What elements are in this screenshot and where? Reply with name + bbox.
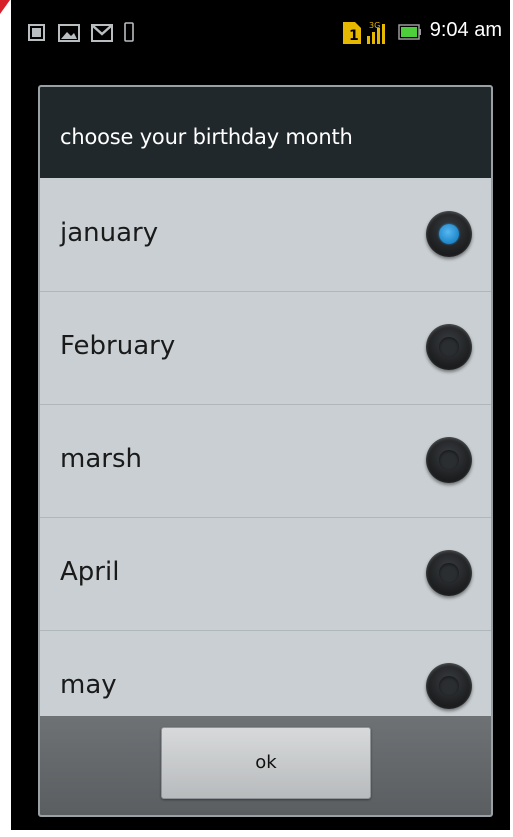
list-item[interactable]: February — [40, 291, 491, 405]
gmail-icon — [91, 24, 113, 46]
list-item[interactable]: marsh — [40, 404, 491, 518]
dialog-button-bar: ok — [40, 716, 491, 815]
month-list[interactable]: january February marsh April may — [40, 178, 491, 716]
status-bar: 1 3G 9:04 am — [11, 0, 510, 64]
ok-button[interactable]: ok — [161, 727, 371, 799]
option-label: january — [60, 218, 159, 248]
month-picker-dialog: choose your birthday month january Febru… — [38, 85, 493, 817]
radio-dot — [439, 676, 459, 696]
radio-dot — [439, 337, 459, 357]
radio-dot — [439, 224, 459, 244]
option-label: February — [60, 331, 176, 361]
signal-icon: 3G — [365, 18, 387, 50]
image-icon — [58, 24, 80, 46]
option-label: April — [60, 557, 120, 587]
dialog-title-bar: choose your birthday month — [40, 87, 491, 178]
sim-icon: 1 — [341, 18, 363, 50]
radio-button[interactable] — [426, 663, 472, 709]
option-label: marsh — [60, 444, 142, 474]
dialog-title: choose your birthday month — [60, 125, 353, 149]
radio-button[interactable] — [426, 324, 472, 370]
corner-mark — [0, 0, 10, 14]
radio-dot — [439, 450, 459, 470]
radio-button-selected[interactable] — [426, 211, 472, 257]
radio-button[interactable] — [426, 550, 472, 596]
radio-button[interactable] — [426, 437, 472, 483]
status-time: 9:04 am — [429, 19, 502, 41]
notification-icon — [28, 24, 45, 45]
phone-icon — [124, 22, 134, 46]
battery-icon — [398, 24, 422, 44]
radio-dot — [439, 563, 459, 583]
svg-text:1: 1 — [349, 28, 359, 44]
option-label: may — [60, 670, 117, 700]
screen: 1 3G 9:04 am choose your birthday month … — [0, 0, 513, 837]
device-screen: 1 3G 9:04 am choose your birthday month … — [11, 0, 510, 830]
list-item[interactable]: january — [40, 178, 491, 292]
list-item[interactable]: may — [40, 630, 491, 716]
list-item[interactable]: April — [40, 517, 491, 631]
